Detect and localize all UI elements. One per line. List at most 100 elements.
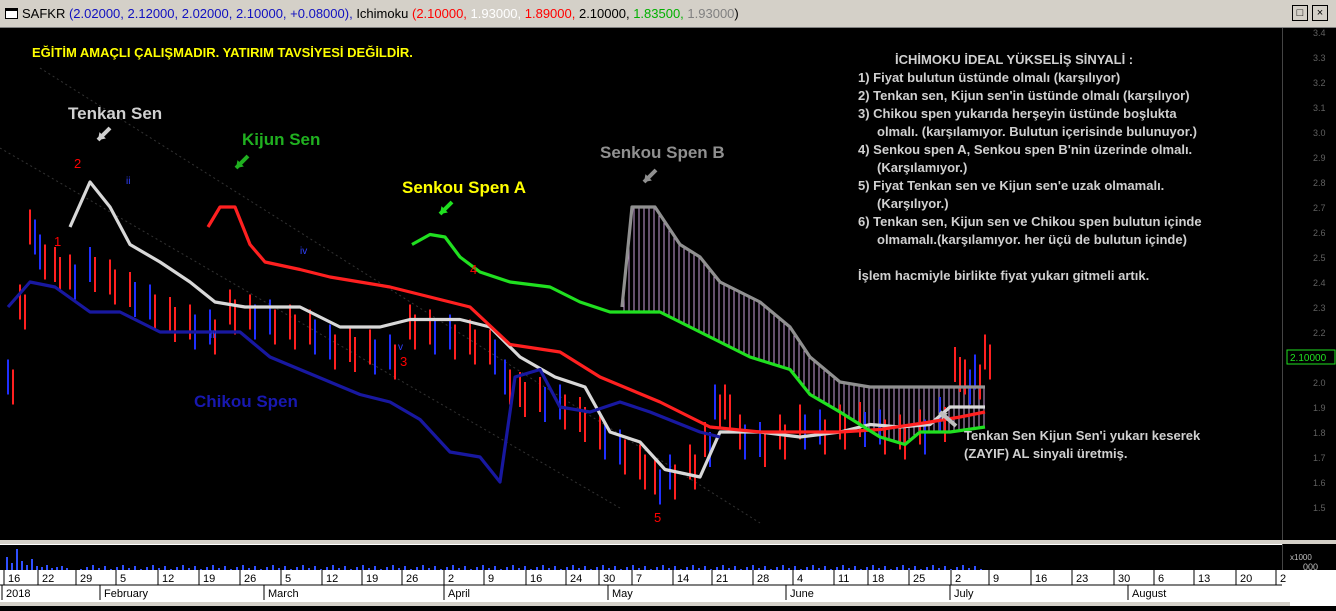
x-day-label: 2	[1280, 573, 1286, 585]
ichimoku-value: 1.83500,	[633, 6, 688, 21]
y-tick-label: 1.6	[1313, 478, 1326, 488]
ichimoku-chart: EĞİTİM AMAÇLI ÇALIŞMADIR. YATIRIM TAVSİY…	[0, 45, 1202, 525]
x-month-label: 2018	[6, 588, 30, 600]
x-day-label: 28	[757, 573, 769, 585]
x-day-label: 26	[406, 573, 418, 585]
volume-bar	[6, 557, 8, 571]
x-month-label: July	[954, 588, 974, 600]
x-day-label: 22	[42, 573, 54, 585]
label-tenkan-sen: Tenkan Sen	[68, 104, 162, 123]
x-day-label: 11	[838, 573, 849, 585]
x-day-label: 14	[677, 573, 689, 585]
y-tick-label: 2.0	[1313, 378, 1326, 388]
label-kijun-sen: Kijun Sen	[242, 130, 320, 149]
chart-window-icon	[5, 8, 18, 19]
volume-note: İşlem hacmiyle birlikte fiyat yukarı git…	[858, 268, 1149, 283]
x-day-label: 25	[913, 573, 925, 585]
last-price-label: 2.10000	[1290, 353, 1327, 364]
x-day-label: 5	[120, 573, 126, 585]
ichimoku-value: 2.10000,	[578, 6, 634, 21]
info-panel-line: olmalı. (karşılamıyor. Bulutun içerisind…	[877, 124, 1197, 139]
info-panel-title: İCHİMOKU İDEAL YÜKSELİŞ SİNYALİ :	[895, 52, 1133, 67]
wave-label: iii	[210, 330, 217, 341]
x-day-label: 7	[636, 573, 642, 585]
y-tick-label: 2.6	[1313, 228, 1326, 238]
ichimoku-values: 2.10000, 1.93000, 1.89000, 2.10000, 1.83…	[416, 6, 738, 21]
x-day-label: 30	[603, 573, 615, 585]
indicator-name: Ichimoku	[356, 6, 409, 21]
info-panel-line: 2) Tenkan sen, Kijun sen'in üstünde olma…	[858, 88, 1190, 103]
volume-unit-label: x1000	[1290, 553, 1312, 562]
x-day-label: 2	[955, 573, 961, 585]
x-day-label: 26	[244, 573, 256, 585]
x-day-label: 19	[366, 573, 378, 585]
y-tick-label: 2.3	[1313, 303, 1326, 313]
x-day-label: 16	[8, 573, 20, 585]
y-tick-label: 2.8	[1313, 178, 1326, 188]
signal-note-line2: (ZAYIF) AL sinyali üretmiş.	[964, 446, 1128, 461]
x-day-label: 12	[326, 573, 338, 585]
x-day-label: 9	[993, 573, 999, 585]
y-tick-label: 2.5	[1313, 253, 1326, 263]
wave-label: 4	[470, 262, 477, 277]
x-day-label: 12	[162, 573, 174, 585]
x-day-label: 2	[448, 573, 454, 585]
info-panel-line: 1) Fiyat bulutun üstünde olmalı (karşılı…	[858, 70, 1120, 85]
y-tick-label: 2.2	[1313, 328, 1326, 338]
x-day-label: 16	[530, 573, 542, 585]
time-axis: 16 22 29 5 12 19 26 5 12 19 26 2 9 16 24 30 7 14 21 28 4 11 18…	[0, 570, 1336, 606]
info-panel-line: 3) Chikou spen yukarıda herşeyin üstünde…	[858, 106, 1177, 121]
info-panel-line: 5) Fiyat Tenkan sen ve Kijun sen'e uzak …	[858, 178, 1164, 193]
ichimoku-value: 2.10000,	[416, 6, 471, 21]
label-senkou-a: Senkou Spen A	[402, 178, 526, 197]
x-month-label: February	[104, 588, 149, 600]
x-month-label: March	[268, 588, 299, 600]
time-axis-svg: 16 22 29 5 12 19 26 5 12 19 26 2 9 16 24 30 7 14 21 28 4 11 18…	[0, 570, 1336, 606]
y-tick-label: 1.9	[1313, 403, 1326, 413]
x-day-label: 21	[716, 573, 728, 585]
y-tick-label: 3.4	[1313, 28, 1326, 38]
x-day-label: 23	[1076, 573, 1088, 585]
wave-label: 1	[54, 234, 61, 249]
window-titlebar: SAFKR (2.02000, 2.12000, 2.02000, 2.1000…	[0, 0, 1336, 28]
x-day-label: 24	[570, 573, 582, 585]
y-tick-label: 3.0	[1313, 128, 1326, 138]
y-tick-label: 2.7	[1313, 203, 1326, 213]
x-day-label: 9	[488, 573, 494, 585]
info-panel-line: (Karşılamıyor.)	[877, 160, 967, 175]
symbol-name: SAFKR	[22, 6, 66, 21]
price-axis: 1.51.61.71.81.92.02.12.22.32.42.52.62.72…	[1282, 28, 1336, 572]
label-chikou-spen: Chikou Spen	[194, 392, 298, 411]
close-button[interactable]: ×	[1312, 5, 1328, 21]
wave-label: ii	[126, 176, 130, 187]
ohlc-values: (2.02000, 2.12000, 2.02000, 2.10000, +0.…	[68, 6, 353, 21]
x-day-label: 4	[797, 573, 803, 585]
x-day-label: 20	[1240, 573, 1252, 585]
x-day-label: 13	[1198, 573, 1210, 585]
y-tick-label: 3.1	[1313, 103, 1326, 113]
ichimoku-value: 1.89000,	[524, 6, 579, 21]
info-panel-line: 6) Tenkan sen, Kijun sen ve Chikou spen …	[858, 214, 1202, 229]
y-tick-label: 2.4	[1313, 278, 1326, 288]
horizontal-scrollbar	[0, 602, 1290, 606]
y-tick-label: 2.9	[1313, 153, 1326, 163]
wave-label: v	[398, 342, 403, 353]
x-day-label: 16	[1035, 573, 1047, 585]
x-day-label: 29	[80, 573, 92, 585]
restore-button[interactable]: □	[1292, 5, 1308, 21]
disclaimer-text: EĞİTİM AMAÇLI ÇALIŞMADIR. YATIRIM TAVSİY…	[32, 45, 413, 60]
x-month-label: April	[448, 588, 470, 600]
volume-chart	[6, 549, 982, 571]
y-tick-label: 1.5	[1313, 503, 1326, 513]
wave-label: iv	[300, 246, 307, 257]
x-month-label: May	[612, 588, 633, 600]
x-month-label: June	[790, 588, 814, 600]
y-tick-label: 1.7	[1313, 453, 1326, 463]
wave-label: 5	[654, 510, 661, 525]
window-title: SAFKR (2.02000, 2.12000, 2.02000, 2.1000…	[22, 6, 739, 21]
wave-label: 3	[400, 354, 407, 369]
x-day-label: 30	[1118, 573, 1130, 585]
info-panel-line: 4) Senkou spen A, Senkou spen B'nin üzer…	[858, 142, 1192, 157]
x-month-label: August	[1132, 588, 1166, 600]
price-axis-svg: 1.51.61.71.81.92.02.12.22.32.42.52.62.72…	[1286, 28, 1336, 572]
